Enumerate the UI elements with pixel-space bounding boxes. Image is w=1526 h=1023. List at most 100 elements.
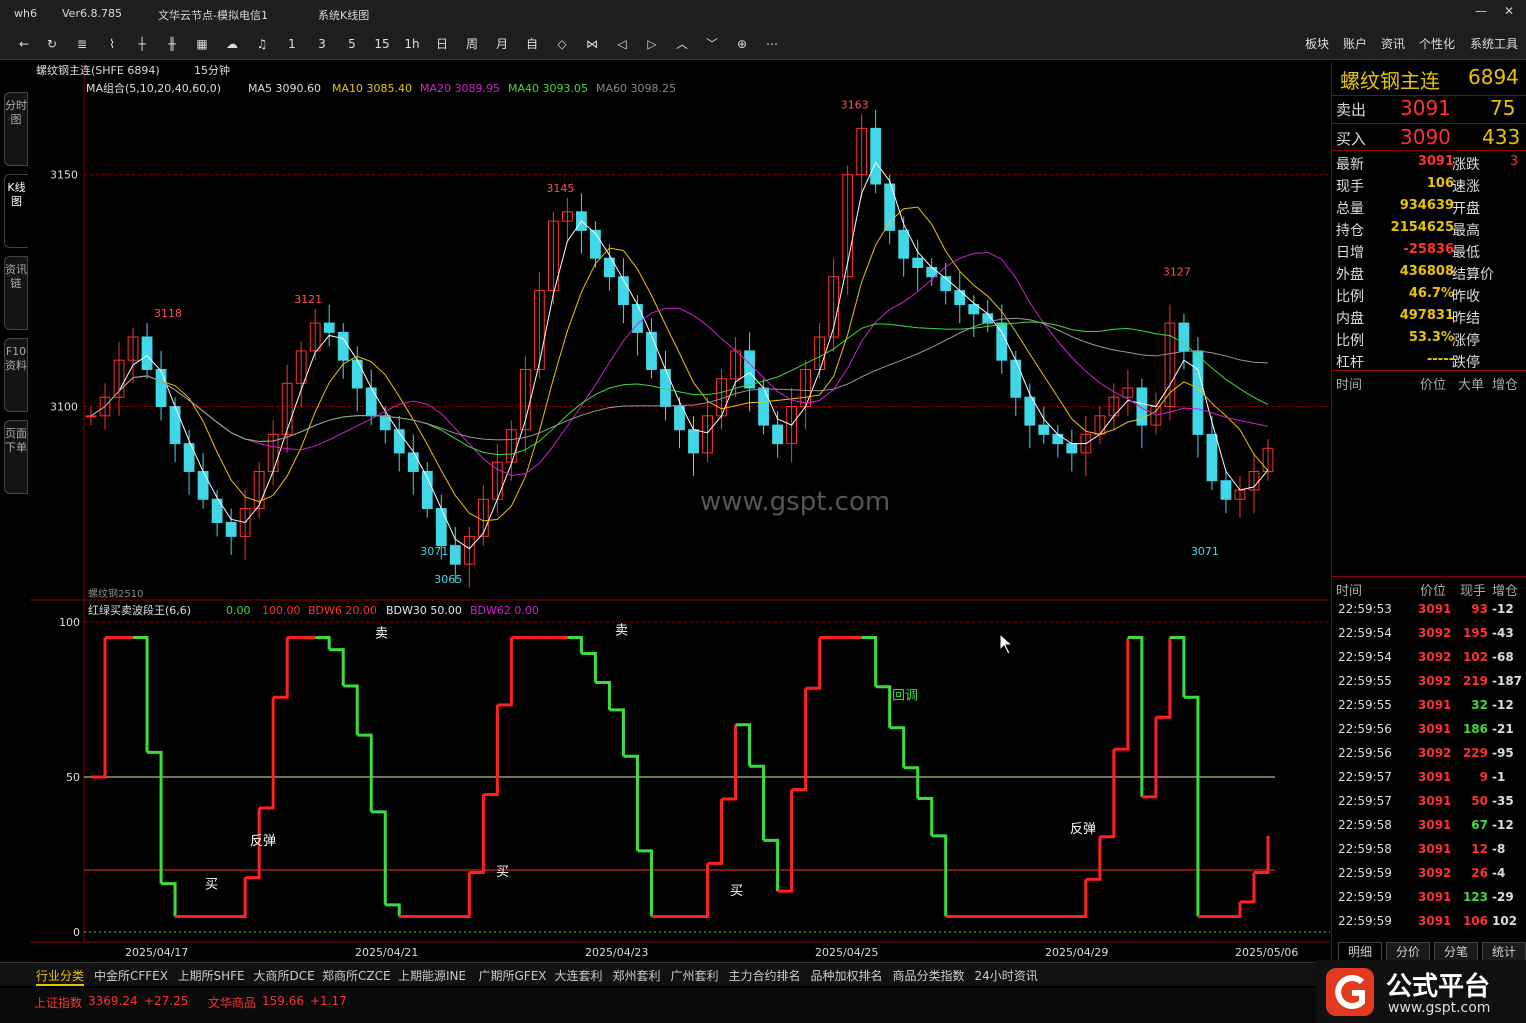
tick-oi: -68 <box>1492 650 1514 664</box>
tick-time: 22:59:59 <box>1338 890 1392 904</box>
up-icon[interactable]: ︿ <box>672 34 692 54</box>
bottom-tab-12[interactable]: 商品分类指数 <box>893 967 965 984</box>
tick-price: 3091 <box>1418 890 1452 904</box>
oscillator-step <box>483 704 499 796</box>
tick-price: 3091 <box>1418 770 1452 784</box>
scroll-right-icon[interactable]: ▷ <box>642 34 662 54</box>
bottom-tab-9[interactable]: 广州套利 <box>671 967 719 984</box>
line-chart-icon[interactable]: ⌇ <box>102 34 122 54</box>
signal-label: 卖 <box>375 627 388 642</box>
menu-sector[interactable]: 板块 <box>1305 34 1329 54</box>
stat-value2: 3 <box>1510 154 1519 169</box>
close-icon[interactable]: ✕ <box>1500 4 1518 22</box>
stat-label: 持仓 <box>1336 223 1364 239</box>
oscillator-step <box>903 766 920 799</box>
oscillator-step <box>917 796 934 836</box>
kline-chart-area[interactable]: 螺纹钢主连(SHFE 6894) 15分钟 3150 3100 MA组合(5,10,20… <box>30 62 1330 962</box>
list-icon[interactable]: ≣ <box>72 34 92 54</box>
oscillator-step <box>721 724 738 801</box>
period-5[interactable]: 5 <box>342 34 362 54</box>
bottom-tab-2[interactable]: 上期所SHFE <box>178 967 245 984</box>
oscillator-step <box>161 882 177 917</box>
tick-oi: -187 <box>1492 674 1523 688</box>
period-1h[interactable]: 1h <box>402 34 422 54</box>
minimize-icon[interactable]: — <box>1472 4 1490 22</box>
menu-personalize[interactable]: 个性化 <box>1419 34 1455 54</box>
detail-tab-2[interactable]: 分笔 <box>1434 942 1478 961</box>
oscillator-step <box>1239 872 1256 904</box>
bottom-tab-4[interactable]: 郑商所CZCE <box>322 967 391 984</box>
tick-volume: 67 <box>1471 818 1488 832</box>
logo-text: 公式平台 <box>1386 972 1491 1002</box>
stat-value: 934639 <box>1399 198 1454 213</box>
period-15[interactable]: 15 <box>372 34 392 54</box>
signal-label: 买 <box>730 884 743 899</box>
tab-kline[interactable]: K线图 <box>4 174 28 248</box>
chart-canvas[interactable]: 螺纹钢主连(SHFE 6894) 15分钟 3150 3100 MA组合(5,10,20… <box>30 62 1330 962</box>
bottom-tab-13[interactable]: 24小时资讯 <box>975 967 1038 984</box>
detail-tab-1[interactable]: 分价 <box>1386 942 1430 961</box>
menu-news[interactable]: 资讯 <box>1381 34 1405 54</box>
period-custom[interactable]: 自 <box>522 34 542 54</box>
bottom-tab-10[interactable]: 主力合约排名 <box>729 967 801 984</box>
zoom-in-icon[interactable]: ◇ <box>552 34 572 54</box>
bar-chart-icon[interactable]: ┼ <box>132 34 152 54</box>
menu-system-tools[interactable]: 系统工具 <box>1470 34 1518 54</box>
col-header: 价位 <box>1420 378 1447 393</box>
index2-change: +1.17 <box>310 994 347 1008</box>
extremum-label: 3071 <box>1191 545 1219 558</box>
crosshair-icon[interactable]: ⊕ <box>732 34 752 54</box>
oscillator-step <box>567 636 583 654</box>
oscillator-step <box>259 697 275 810</box>
bottom-tab-1[interactable]: 中金所CFFEX <box>94 967 168 984</box>
tick-volume: 106 <box>1462 914 1488 928</box>
period-month[interactable]: 月 <box>492 34 512 54</box>
sub-tick-label: 100 <box>59 616 80 629</box>
sub-legend-bdw30: BDW30 50.00 <box>386 604 462 617</box>
bell-icon[interactable]: ♫ <box>252 34 272 54</box>
stat-label: 总量 <box>1336 201 1364 217</box>
sub-indicator-name: 红绿买卖波段王(6,6) <box>88 603 191 617</box>
detail-tab-3[interactable]: 统计 <box>1482 942 1526 961</box>
refresh-icon[interactable]: ↻ <box>42 34 62 54</box>
candle-body <box>1052 433 1064 445</box>
tick-time: 22:59:56 <box>1338 722 1392 736</box>
sub-tick-label: 0 <box>73 926 80 939</box>
bottom-tab-5[interactable]: 上期能源INE <box>398 967 466 984</box>
oscillator-step <box>273 637 289 699</box>
bottom-tab-8[interactable]: 郑州套利 <box>613 967 661 984</box>
cloud-icon[interactable]: ☁ <box>222 34 242 54</box>
candle-body <box>337 331 349 361</box>
tick-price: 3091 <box>1418 842 1452 856</box>
period-3[interactable]: 3 <box>312 34 332 54</box>
tab-order[interactable]: 页面下单 <box>4 420 28 494</box>
tick-price: 3091 <box>1418 818 1452 832</box>
candle-body <box>85 415 97 418</box>
more-icon[interactable]: ⋯ <box>762 34 782 54</box>
down-icon[interactable]: ﹀ <box>702 34 722 54</box>
detail-tab-0[interactable]: 明细 <box>1338 942 1382 961</box>
bottom-tab-7[interactable]: 大连套利 <box>555 967 603 984</box>
tab-timeshare[interactable]: 分时图 <box>4 92 28 166</box>
back-arrow-icon[interactable]: ← <box>14 34 34 54</box>
menu-account[interactable]: 账户 <box>1343 34 1367 54</box>
candle-icon[interactable]: ╫ <box>162 34 182 54</box>
chart-period: 15分钟 <box>194 63 230 77</box>
bottom-tab-6[interactable]: 广期所GFEX <box>479 967 547 984</box>
stat-value: 46.7% <box>1408 286 1454 301</box>
period-week[interactable]: 周 <box>462 34 482 54</box>
period-day[interactable]: 日 <box>432 34 452 54</box>
scroll-left-icon[interactable]: ◁ <box>612 34 632 54</box>
zoom-out-icon[interactable]: ⋈ <box>582 34 602 54</box>
tab-news-chain[interactable]: 资讯链 <box>4 256 28 330</box>
tick-volume: 123 <box>1462 890 1488 904</box>
bottom-tab-0[interactable]: 行业分类 <box>36 967 85 986</box>
period-1[interactable]: 1 <box>282 34 302 54</box>
bottom-tab-3[interactable]: 大商所DCE <box>254 967 315 984</box>
app-version: Ver6.8.785 <box>62 7 122 20</box>
app-name: wh6 <box>14 7 37 20</box>
oscillator-step <box>581 651 597 683</box>
grid-icon[interactable]: ▦ <box>192 34 212 54</box>
tab-f10[interactable]: F10资料 <box>4 338 28 412</box>
bottom-tab-11[interactable]: 品种加权排名 <box>811 967 883 984</box>
